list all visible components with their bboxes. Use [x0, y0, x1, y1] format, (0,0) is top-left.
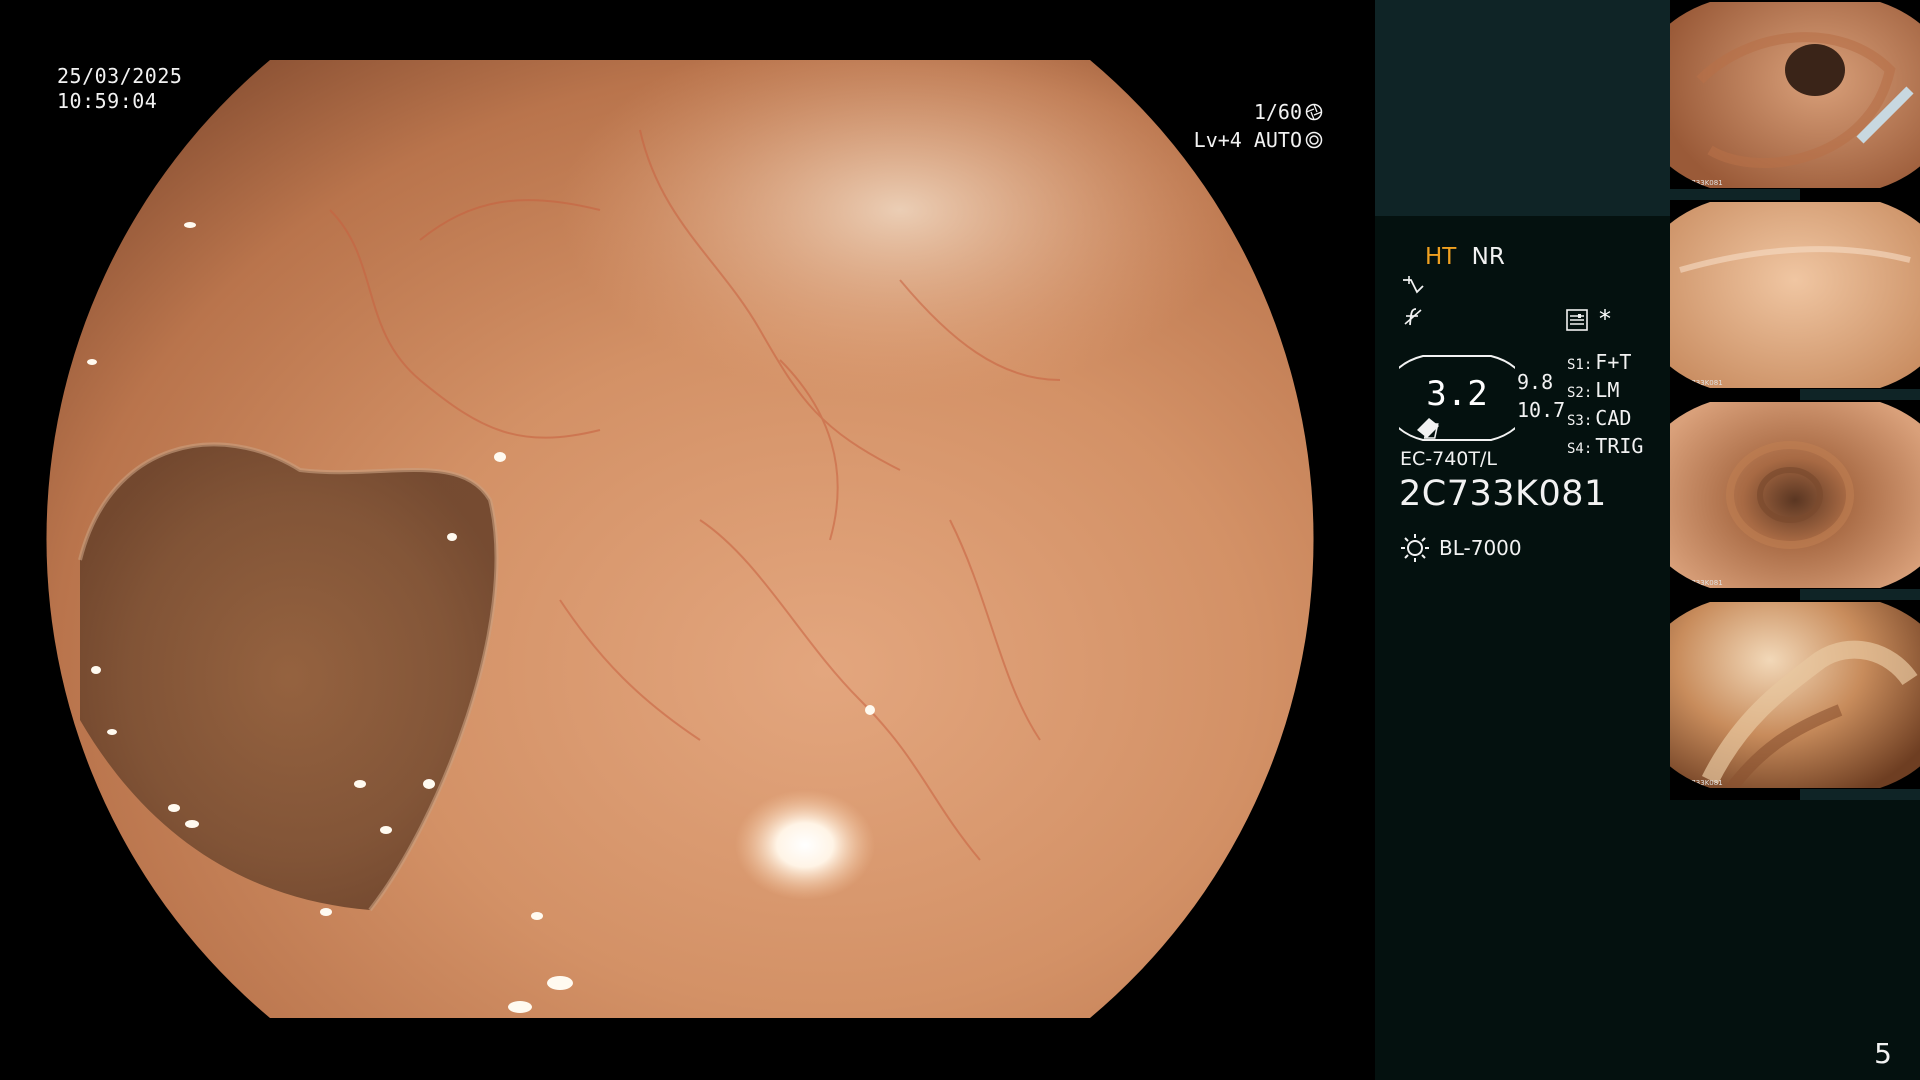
time-text: 10:59:04: [57, 89, 158, 113]
light-source-icon: [1401, 534, 1429, 562]
exposure-readout: 1/60 Lv+4 AUTO: [1194, 98, 1323, 154]
star-marker: *: [1599, 305, 1611, 333]
aperture-icon: [1305, 103, 1323, 121]
level-text: Lv+4: [1193, 128, 1242, 152]
switch-row: S4: TRIG: [1567, 434, 1644, 458]
date-time-display: 25/03/2025 10:59:04: [57, 64, 182, 114]
thumb-serial: 2C733K081: [1682, 379, 1723, 387]
menu-list-icon: [1566, 309, 1588, 331]
iris-icon: [1305, 131, 1323, 149]
scope-serial-text: 2C733K081: [1399, 474, 1607, 514]
page-number: 5: [1874, 1037, 1892, 1070]
endoscope-image: [46, 60, 1314, 1018]
mode-nr-label: NR: [1471, 244, 1505, 270]
gauge-value-text: 3.2: [1426, 374, 1488, 414]
gauge-bottom-value: 10.7: [1517, 398, 1566, 422]
switch-row: S1: F+T: [1567, 350, 1632, 374]
light-source-row: BL-7000: [1399, 532, 1522, 564]
captured-thumbnail[interactable]: 2C733K081: [1670, 400, 1920, 600]
mode-text: AUTO: [1253, 128, 1302, 152]
scope-info-panel: HT NR * 3.2 9.8 10.7 S1: F+T S2: LM S3: …: [1375, 216, 1670, 1080]
shutter-speed-text: 1/60: [1253, 100, 1302, 124]
wave-icon: [1403, 276, 1424, 294]
scope-model-text: EC-740T/L: [1400, 448, 1497, 470]
gauge-top-value: 9.8: [1517, 370, 1554, 394]
captured-thumbnail[interactable]: 2C733K081: [1670, 600, 1920, 800]
switch-row: S2: LM: [1567, 378, 1620, 402]
light-source-text: BL-7000: [1439, 536, 1522, 560]
captured-thumbnail[interactable]: 2C733K081: [1670, 200, 1920, 400]
thumb-serial: 2C733K081: [1682, 179, 1723, 187]
switch-row: S3: CAD: [1567, 406, 1632, 430]
side-panel: HT NR * 3.2 9.8 10.7 S1: F+T S2: LM S3: …: [1375, 0, 1920, 1080]
f-not-icon: [1404, 308, 1422, 326]
captured-thumbnail[interactable]: 2C733K081: [1670, 0, 1920, 200]
thumb-serial: 2C733K081: [1682, 579, 1723, 587]
mode-ht-label: HT: [1425, 244, 1457, 270]
scope-switch-list: S1: F+T S2: LM S3: CAD S4: TRIG: [1567, 350, 1643, 462]
image-mode-row: HT NR: [1425, 244, 1505, 270]
main-endoscope-view: 25/03/2025 10:59:04 1/60 Lv+4 AUTO: [0, 0, 1375, 1080]
thumb-serial: 2C733K081: [1682, 779, 1723, 787]
date-text: 25/03/2025: [57, 64, 183, 88]
